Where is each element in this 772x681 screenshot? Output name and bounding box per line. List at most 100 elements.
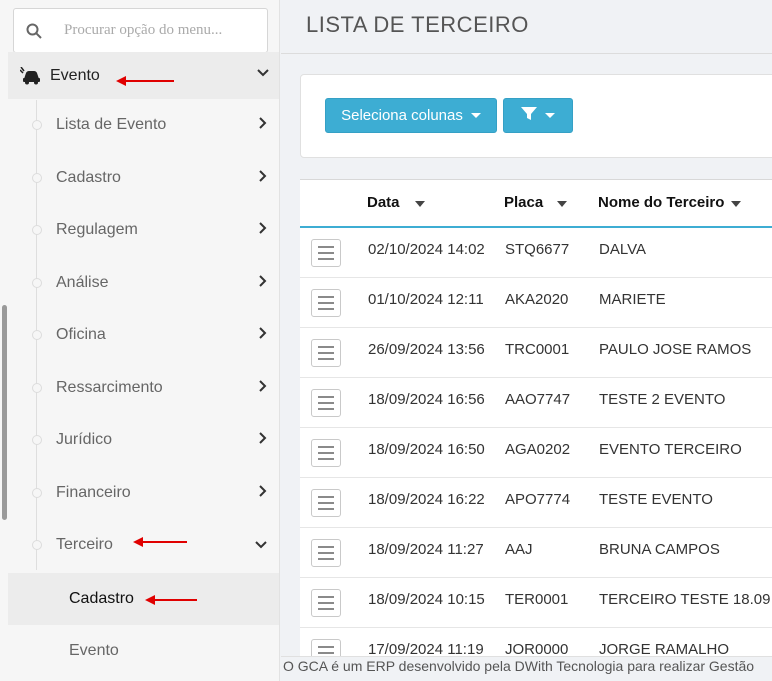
- select-columns-label: Seleciona colunas: [341, 107, 463, 124]
- sidebar-item-label: Cadastro: [56, 169, 121, 186]
- search-input[interactable]: [54, 22, 254, 39]
- row-menu-button[interactable]: [311, 589, 341, 617]
- footer-text: O GCA é um ERP desenvolvido pela DWith T…: [281, 656, 772, 681]
- column-header-data[interactable]: Data: [367, 194, 400, 211]
- cell-data: 18/09/2024 11:27: [368, 541, 484, 558]
- chevron-right-icon: [258, 169, 268, 188]
- chevron-right-icon: [258, 326, 268, 345]
- row-menu-button[interactable]: [311, 489, 341, 517]
- sidebar-item-label: Evento: [50, 66, 100, 84]
- chevron-right-icon: [258, 431, 268, 450]
- chevron-down-icon: [254, 538, 268, 557]
- sidebar-item-lista-evento[interactable]: Lista de Evento: [8, 99, 279, 151]
- table-row[interactable]: 17/09/2024 11:19 JOR0000 JORGE RAMALHO: [300, 628, 772, 659]
- table-row[interactable]: 18/09/2024 16:22 APO7774 TESTE EVENTO: [300, 478, 772, 528]
- table-row[interactable]: 01/10/2024 12:11 AKA2020 MARIETE: [300, 278, 772, 328]
- cell-placa: TRC0001: [505, 341, 570, 358]
- table-row[interactable]: 02/10/2024 14:02 STQ6677 DALVA: [300, 228, 772, 278]
- row-menu-button[interactable]: [311, 339, 341, 367]
- chevron-down-icon: [256, 66, 270, 85]
- row-menu-button[interactable]: [311, 539, 341, 567]
- sidebar-item-label: Regulagem: [56, 221, 138, 238]
- select-columns-button[interactable]: Seleciona colunas: [325, 98, 497, 133]
- sidebar-item-analise[interactable]: Análise: [8, 257, 279, 309]
- cell-nome: DALVA: [599, 241, 646, 258]
- sidebar-item-ressarcimento[interactable]: Ressarcimento: [8, 362, 279, 414]
- sort-caret-icon[interactable]: [557, 201, 567, 207]
- results-table: Data Placa Nome do Terceiro 02/10/2024 1…: [300, 179, 772, 659]
- table-row[interactable]: 18/09/2024 16:56 AAO7747 TESTE 2 EVENTO: [300, 378, 772, 428]
- page-title: LISTA DE TERCEIRO: [306, 12, 529, 37]
- cell-placa: AGA0202: [505, 441, 571, 458]
- filter-icon: [521, 106, 537, 125]
- column-header-placa[interactable]: Placa: [504, 194, 543, 211]
- row-menu-button[interactable]: [311, 389, 341, 417]
- cell-nome: MARIETE: [599, 291, 666, 308]
- cell-data: 18/09/2024 16:50: [368, 441, 485, 458]
- menu-search-box[interactable]: [13, 8, 268, 53]
- cell-placa: TER0001: [505, 591, 569, 608]
- cell-nome: TESTE EVENTO: [599, 491, 713, 508]
- chevron-right-icon: [258, 274, 268, 293]
- sidebar: Evento Lista de Evento Cadastro Regulage…: [0, 0, 280, 681]
- table-row[interactable]: 18/09/2024 11:27 AAJ BRUNA CAMPOS: [300, 528, 772, 578]
- sidebar-item-label: Ressarcimento: [56, 379, 163, 396]
- cell-data: 02/10/2024 14:02: [368, 241, 485, 258]
- annotation-arrow-icon: [145, 595, 197, 605]
- tree-node-dot: [32, 435, 42, 445]
- sidebar-item-juridico[interactable]: Jurídico: [8, 414, 279, 466]
- table-row[interactable]: 18/09/2024 10:15 TER0001 TERCEIRO TESTE …: [300, 578, 772, 628]
- car-crash-icon: [20, 66, 42, 85]
- cell-data: 26/09/2024 13:56: [368, 341, 485, 358]
- sidebar-subitem-evento[interactable]: Evento: [8, 625, 279, 677]
- table-row[interactable]: 18/09/2024 16:50 AGA0202 EVENTO TERCEIRO: [300, 428, 772, 478]
- cell-nome: TERCEIRO TESTE 18.09: [599, 591, 771, 608]
- cell-data: 01/10/2024 12:11: [368, 291, 484, 308]
- sidebar-item-label: Terceiro: [56, 536, 113, 553]
- cell-nome: TESTE 2 EVENTO: [599, 391, 726, 408]
- sidebar-item-regulagem[interactable]: Regulagem: [8, 204, 279, 256]
- cell-nome: BRUNA CAMPOS: [599, 541, 720, 558]
- row-menu-button[interactable]: [311, 239, 341, 267]
- chevron-right-icon: [258, 221, 268, 240]
- sidebar-item-financeiro[interactable]: Financeiro: [8, 467, 279, 519]
- sort-caret-icon[interactable]: [415, 201, 425, 207]
- caret-down-icon: [545, 113, 555, 118]
- sidebar-subitem-label: Evento: [69, 642, 119, 659]
- tree-node-dot: [32, 330, 42, 340]
- chevron-right-icon: [258, 484, 268, 503]
- cell-data: 18/09/2024 16:56: [368, 391, 485, 408]
- tree-node-dot: [32, 278, 42, 288]
- sidebar-item-label: Análise: [56, 274, 109, 291]
- cell-placa: APO7774: [505, 491, 571, 508]
- caret-down-icon: [470, 113, 481, 118]
- tree-node-dot: [32, 173, 42, 183]
- annotation-arrow-icon: [116, 76, 174, 86]
- sort-caret-icon[interactable]: [731, 201, 741, 207]
- filter-button[interactable]: [503, 98, 573, 133]
- cell-data: 18/09/2024 16:22: [368, 491, 485, 508]
- table-header: Data Placa Nome do Terceiro: [300, 180, 772, 228]
- tree-node-dot: [32, 540, 42, 550]
- column-header-nome[interactable]: Nome do Terceiro: [598, 194, 724, 211]
- sidebar-item-label: Oficina: [56, 326, 106, 343]
- row-menu-button[interactable]: [311, 439, 341, 467]
- tree-node-dot: [32, 488, 42, 498]
- cell-placa: AAO7747: [505, 391, 571, 408]
- cell-placa: AAJ: [505, 541, 533, 558]
- sidebar-scrollbar[interactable]: [2, 305, 7, 520]
- sidebar-subitem-cadastro[interactable]: Cadastro: [8, 573, 279, 625]
- sidebar-subitem-label: Cadastro: [69, 590, 134, 607]
- tree-node-dot: [32, 120, 42, 130]
- annotation-arrow-icon: [133, 537, 187, 547]
- sidebar-item-cadastro[interactable]: Cadastro: [8, 152, 279, 204]
- sidebar-item-label: Financeiro: [56, 484, 131, 501]
- table-row[interactable]: 26/09/2024 13:56 TRC0001 PAULO JOSE RAMO…: [300, 328, 772, 378]
- divider: [281, 53, 772, 54]
- chevron-right-icon: [258, 116, 268, 135]
- sidebar-item-oficina[interactable]: Oficina: [8, 309, 279, 361]
- sidebar-item-label: Lista de Evento: [56, 116, 167, 133]
- sidebar-item-label: Jurídico: [56, 431, 113, 448]
- row-menu-button[interactable]: [311, 289, 341, 317]
- cell-nome: EVENTO TERCEIRO: [599, 441, 742, 458]
